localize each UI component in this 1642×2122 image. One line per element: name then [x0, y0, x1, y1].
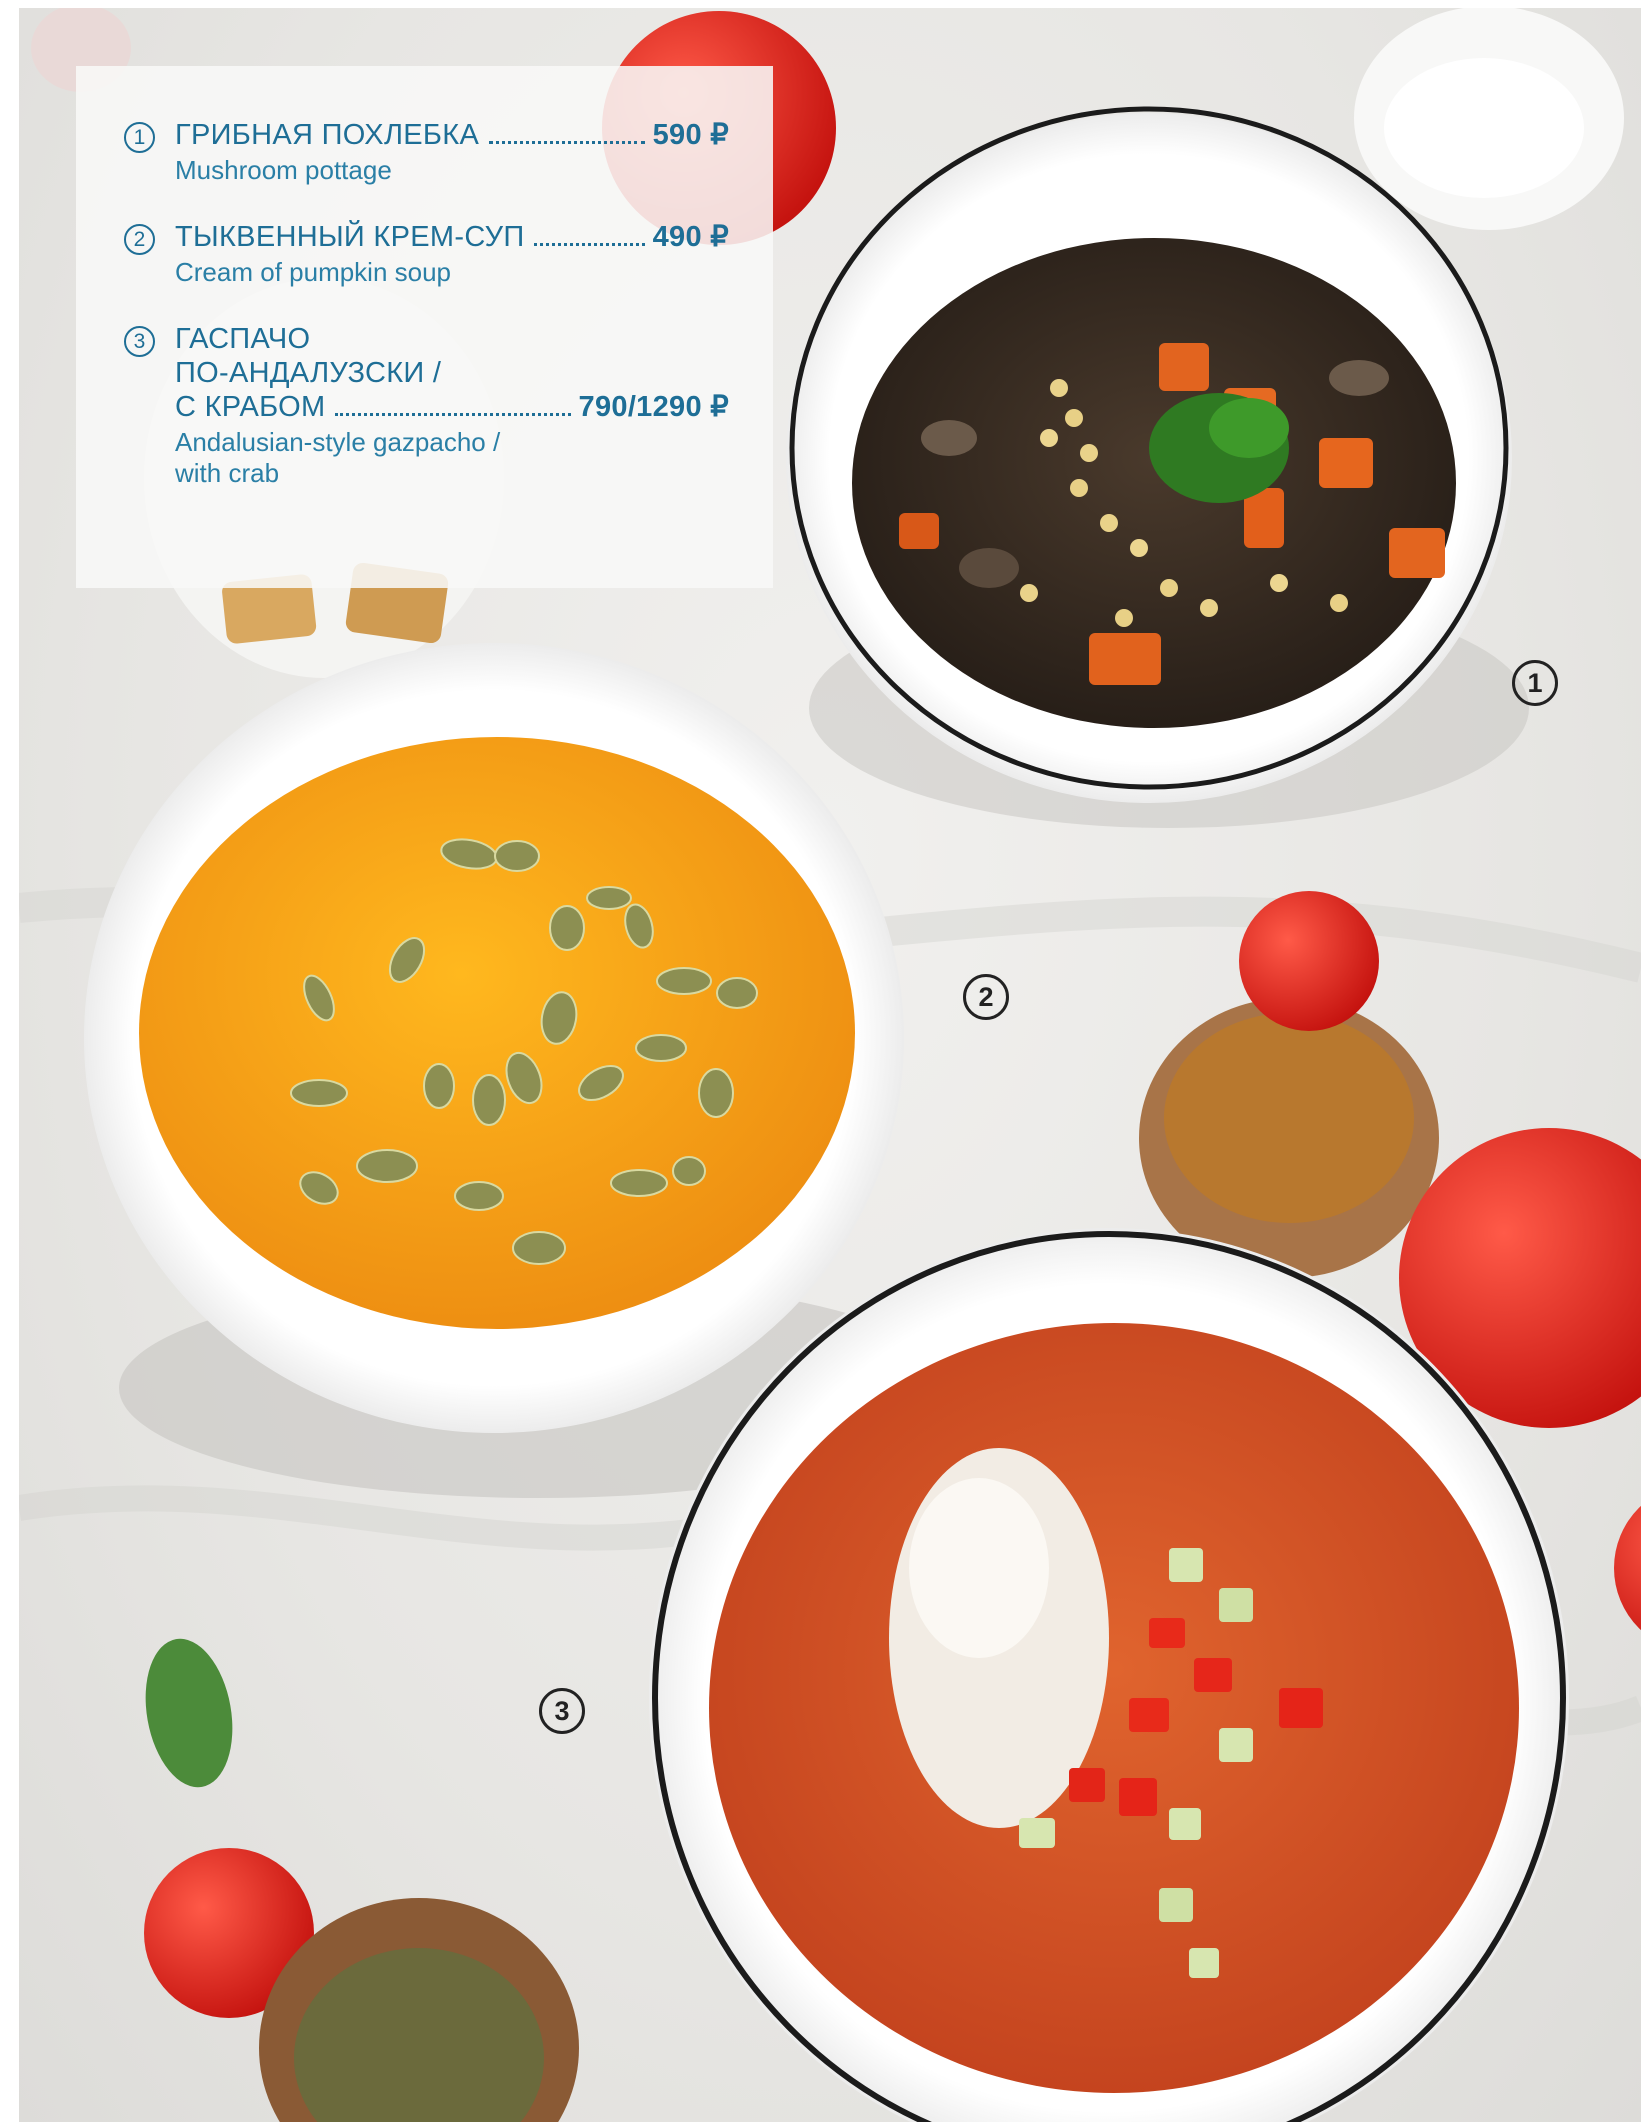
leader-dots	[335, 413, 571, 416]
menu-card: 1 ГРИБНАЯ ПОХЛЕБКА 590 ₽ Mushroom pottag…	[76, 66, 773, 588]
item-price: 590 ₽	[652, 119, 729, 151]
menu-item-gazpacho: 3 ГАСПАЧО ПО-АНДАЛУЗСКИ / С КРАБОМ 790/1…	[124, 322, 729, 489]
item-number-badge: 1	[124, 122, 155, 153]
item-subtitle: with crab	[175, 458, 280, 488]
item-title: ГРИБНАЯ ПОХЛЕБКА	[175, 119, 480, 151]
spice	[1164, 1013, 1414, 1223]
callout-number-1: 1	[1512, 660, 1558, 706]
item-title-row: ГРИБНАЯ ПОХЛЕБКА 590 ₽	[175, 118, 729, 153]
item-title-line: С КРАБОМ	[175, 391, 326, 423]
item-number-badge: 2	[124, 224, 155, 255]
item-title-line: ПО-АНДАЛУЗСКИ /	[175, 357, 442, 389]
menu-item-pumpkin: 2 ТЫКВЕННЫЙ КРЕМ-СУП 490 ₽ Cream of pump…	[124, 220, 729, 288]
item-price: 790/1290 ₽	[578, 391, 729, 423]
callout-number-3: 3	[539, 1688, 585, 1734]
item-title-row: ТЫКВЕННЫЙ КРЕМ-СУП 490 ₽	[175, 220, 729, 255]
item-subtitle: Mushroom pottage	[175, 155, 392, 185]
callout-number-2: 2	[963, 974, 1009, 1020]
menu-page: 1 ГРИБНАЯ ПОХЛЕБКА 590 ₽ Mushroom pottag…	[19, 8, 1641, 2122]
basil-leaf	[145, 1638, 233, 1788]
item-subtitle: Cream of pumpkin soup	[175, 257, 452, 287]
gazpacho-soup	[709, 1323, 1519, 2093]
item-title-line: ГАСПАЧО	[175, 323, 311, 355]
item-subtitle: Andalusian-style gazpacho /	[175, 427, 501, 457]
item-title: ТЫКВЕННЫЙ КРЕМ-СУП	[175, 221, 525, 253]
item-number-badge: 3	[124, 326, 155, 357]
item-title-row: С КРАБОМ 790/1290 ₽	[175, 390, 729, 425]
item-price: 490 ₽	[652, 221, 729, 253]
menu-item-mushroom: 1 ГРИБНАЯ ПОХЛЕБКА 590 ₽ Mushroom pottag…	[124, 118, 729, 186]
leader-dots	[489, 141, 645, 144]
cherry-tomato	[1239, 891, 1379, 1031]
pumpkin-soup	[139, 737, 855, 1329]
leader-dots	[534, 243, 645, 246]
tomato-edge	[1614, 1505, 1641, 1631]
